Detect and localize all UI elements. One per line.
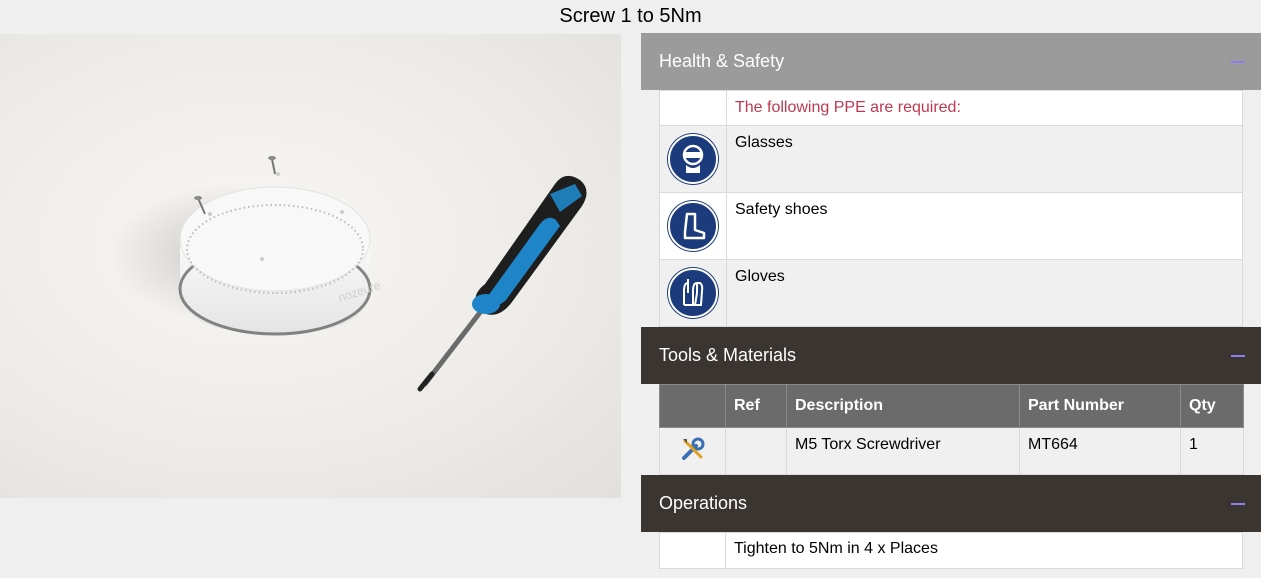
health-safety-title: Health & Safety: [659, 51, 785, 71]
table-row: Glasses: [659, 125, 1243, 193]
column-header: Qty: [1180, 384, 1244, 428]
description-cell: M5 Torx Screwdriver: [786, 427, 1020, 475]
safety-shoes-icon: [668, 201, 718, 251]
column-header: Description: [786, 384, 1020, 428]
ref-cell: [725, 427, 787, 475]
empty-cell: [659, 532, 726, 569]
health-safety-header[interactable]: Health & Safety: [641, 33, 1261, 90]
operations-header[interactable]: Operations: [641, 475, 1261, 532]
column-header: Part Number: [1019, 384, 1181, 428]
table-row: Tighten to 5Nm in 4 x Places: [659, 532, 1243, 569]
column-header: Ref: [725, 384, 787, 428]
tools-table: Ref Description Part Number Qty M5 Torx …: [659, 384, 1244, 475]
step-photo: nozeure: [0, 34, 621, 498]
photo-illustration: nozeure: [110, 156, 587, 392]
part-number-cell: MT664: [1019, 427, 1181, 475]
minus-icon[interactable]: [1231, 354, 1245, 357]
table-row: Gloves: [659, 259, 1243, 327]
operations-panel: Operations Tighten to 5Nm in 4 x Places: [641, 475, 1261, 569]
health-safety-panel: Health & Safety The following PPE are re…: [641, 33, 1261, 327]
minus-icon[interactable]: [1231, 502, 1245, 505]
qty-cell: 1: [1180, 427, 1244, 475]
empty-cell: [659, 90, 727, 126]
table-row: M5 Torx Screwdriver MT664 1: [659, 427, 1244, 475]
tools-materials-panel: Tools & Materials Ref Description Part N…: [641, 327, 1261, 475]
tools-materials-title: Tools & Materials: [659, 345, 797, 365]
gloves-icon: [668, 268, 718, 318]
operations-table: Tighten to 5Nm in 4 x Places: [659, 532, 1243, 569]
operation-text: Tighten to 5Nm in 4 x Places: [725, 532, 1243, 569]
page-title: Screw 1 to 5Nm: [559, 5, 702, 27]
ppe-label: Gloves: [726, 259, 1243, 327]
table-row: Safety shoes: [659, 192, 1243, 260]
ppe-table: The following PPE are required: Glasses: [659, 90, 1243, 327]
tool-icon: [681, 437, 704, 460]
safety-glasses-icon: [668, 134, 718, 184]
column-header: [659, 384, 726, 428]
tools-materials-header[interactable]: Tools & Materials: [641, 327, 1261, 384]
ppe-intro-text: The following PPE are required:: [726, 90, 1243, 126]
operations-title: Operations: [659, 493, 748, 513]
ppe-label: Glasses: [726, 125, 1243, 193]
ppe-label: Safety shoes: [726, 192, 1243, 260]
table-header-row: Ref Description Part Number Qty: [659, 384, 1244, 428]
minus-icon[interactable]: [1231, 60, 1245, 63]
table-row: The following PPE are required:: [659, 90, 1243, 126]
